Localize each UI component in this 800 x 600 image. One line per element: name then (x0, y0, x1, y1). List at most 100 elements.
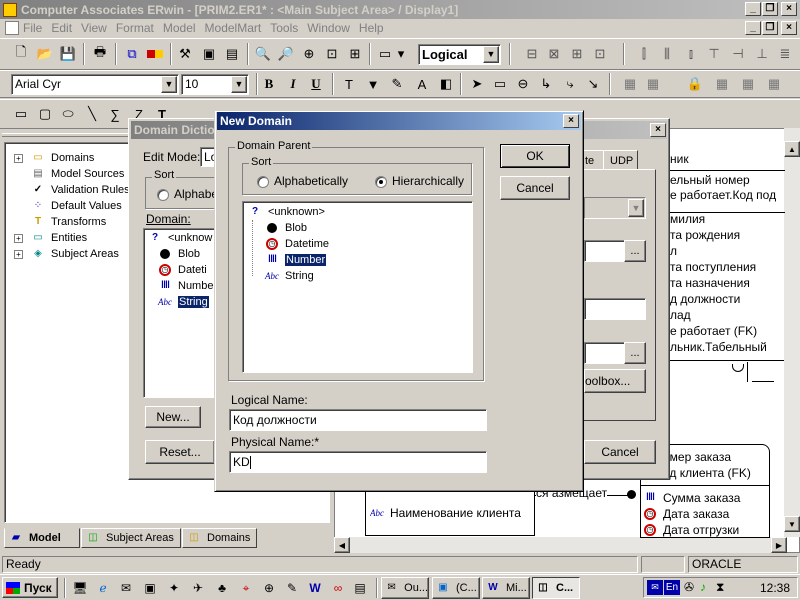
nd-logical-name-field[interactable]: Код должности (229, 409, 487, 431)
domain-dictionary-close-button[interactable]: × (650, 123, 666, 137)
doc-restore-button[interactable]: ❐ (762, 21, 778, 35)
view-level-dropdown-button[interactable]: ▼ (483, 46, 499, 63)
start-button[interactable]: Пуск (2, 577, 58, 598)
menu-help[interactable]: Help (359, 21, 384, 35)
dict-sort-alpha-radio[interactable]: Alphabe (157, 187, 215, 201)
model-tree-item[interactable]: + ◈ Subject Areas (14, 246, 119, 262)
many-to-many-rel-icon[interactable]: ⤷ (559, 73, 581, 95)
align-top-icon[interactable]: ⊤ (703, 43, 725, 65)
quicklaunch-app-8-icon[interactable]: ∞ (330, 580, 346, 596)
expand-plus-icon[interactable]: + (14, 249, 23, 259)
task-erwin[interactable]: ◫ C... (532, 577, 580, 599)
align-right-icon[interactable]: ⫾ (680, 43, 702, 65)
zoom-area-icon[interactable]: ⊡ (321, 43, 343, 65)
comment-icon[interactable]: ▤ (221, 43, 243, 65)
quicklaunch-word-icon[interactable]: W (307, 580, 323, 596)
ellipse-tool-icon[interactable]: ⬭ (57, 103, 79, 125)
save-icon[interactable]: 💾 (57, 43, 79, 65)
dict-tree-item[interactable]: ? <unknow (148, 230, 212, 246)
text-color-icon[interactable]: A (411, 73, 433, 95)
display-icon[interactable]: ▭ (374, 43, 396, 65)
color-icon[interactable] (144, 43, 166, 65)
entity-tool-icon[interactable]: ▭ (489, 73, 511, 95)
quicklaunch-outlook-icon[interactable]: ✉ (118, 580, 134, 596)
expand-plus-icon[interactable]: + (14, 153, 23, 163)
quicklaunch-desktop-icon[interactable]: 🖥 (72, 580, 88, 596)
tray-app-1-icon[interactable]: ✇ (684, 580, 694, 594)
mart-2-icon[interactable]: ▦ (642, 73, 664, 95)
zoom-page-icon[interactable]: ⊞ (344, 43, 366, 65)
font-name-dropdown-button[interactable]: ▼ (161, 76, 177, 93)
tab-subject-areas[interactable]: ◫ Subject Areas (81, 528, 181, 548)
nd-physical-name-field[interactable]: KD (229, 451, 487, 473)
diagram-vscrollbar[interactable]: ▲ ▼ (784, 128, 800, 537)
model-tree-item[interactable]: ⁘ Default Values (14, 198, 122, 214)
quicklaunch-app-6-icon[interactable]: ⊕ (261, 580, 277, 596)
nd-tree-item[interactable]: ǁǁ Number (265, 252, 328, 268)
dict-tree-item[interactable]: Blob (158, 246, 200, 262)
font-size-select[interactable]: 10 ▼ (181, 74, 249, 95)
quicklaunch-app-4-icon[interactable]: ♣ (214, 580, 230, 596)
dict-tree-item[interactable]: ◷ Dateti (158, 262, 207, 278)
doc-close-button[interactable]: × (781, 21, 797, 35)
tray-clock[interactable]: 12:38 (760, 581, 790, 595)
doc-minimize-button[interactable]: _ (745, 21, 761, 35)
mart-5-icon[interactable]: ▦ (763, 73, 785, 95)
fill-color-icon[interactable]: ▼ (362, 73, 384, 95)
mart-3-icon[interactable]: ▦ (711, 73, 733, 95)
dict-browse-button-2[interactable]: ... (624, 342, 646, 364)
nd-tree-item[interactable]: ? <unknown> (248, 204, 325, 220)
dict-new-button[interactable]: New... (145, 406, 201, 428)
model-tree-item[interactable]: + ▭ Entities (14, 230, 87, 246)
mart-lock-icon[interactable]: 🔒 (684, 73, 706, 95)
scroll-down-button[interactable]: ▼ (784, 516, 800, 532)
line-tool-icon[interactable]: ╲ (81, 103, 103, 125)
dict-toolbox-button[interactable]: oolbox... (584, 369, 646, 393)
print-icon[interactable]: 🖶 (89, 43, 111, 65)
zoom-fit-icon[interactable]: ⊕ (298, 43, 320, 65)
tray-app-2-icon[interactable]: ♪ (700, 580, 706, 594)
nd-sort-alpha-radio[interactable]: Alphabetically (257, 174, 348, 188)
underline-button[interactable]: U (305, 73, 327, 95)
category-tool-icon[interactable]: ⊖ (512, 73, 534, 95)
nd-tree-item[interactable]: Abc String (265, 268, 314, 284)
app-close-button[interactable]: × (781, 2, 797, 16)
task-outlook[interactable]: ✉ Ou... (381, 577, 429, 599)
dict-tree-item[interactable]: ǁǁ Numbe (158, 278, 213, 294)
quicklaunch-app-3-icon[interactable]: ✈ (190, 580, 206, 596)
align-spacing-icon[interactable]: ≣ (774, 43, 796, 65)
diagram-hscrollbar[interactable]: ◀ ▶ (334, 537, 787, 553)
entity-toggle-icon[interactable]: ⊟ (521, 43, 543, 65)
note-icon[interactable]: ▣ (198, 43, 220, 65)
copy-icon[interactable]: ⧉ (121, 43, 143, 65)
align-middle-icon[interactable]: ⊣ (727, 43, 749, 65)
display-dropdown-icon[interactable]: ▾ (394, 43, 408, 65)
align-bottom-icon[interactable]: ⊥ (751, 43, 773, 65)
expand-plus-icon[interactable]: + (14, 233, 23, 243)
open-icon[interactable]: 📂 (34, 43, 56, 65)
font-color-icon[interactable]: T (338, 73, 360, 95)
model-tree-item[interactable]: T Transforms (14, 214, 106, 230)
quicklaunch-app-5-icon[interactable]: ⌖ (238, 580, 254, 596)
dict-tree-item[interactable]: Abc String (158, 294, 209, 310)
dict-browse-button-1[interactable]: ... (624, 240, 646, 262)
quicklaunch-app-7-icon[interactable]: ✎ (284, 580, 300, 596)
new-icon[interactable]: 🗋 (10, 43, 32, 65)
align-center-icon[interactable]: ⫼ (656, 43, 678, 65)
attribute-toggle-icon[interactable]: ⊞ (566, 43, 588, 65)
mart-1-icon[interactable]: ▦ (619, 73, 641, 95)
nd-tree-item[interactable]: ◷ Datetime (265, 236, 329, 252)
task-word[interactable]: W Mi... (482, 577, 530, 599)
nd-tree-item[interactable]: Blob (265, 220, 307, 236)
scroll-right-button[interactable]: ▶ (771, 537, 787, 553)
menu-format[interactable]: Format (116, 21, 154, 35)
tab-model[interactable]: ▰ Model (4, 528, 80, 548)
font-size-dropdown-button[interactable]: ▼ (231, 76, 247, 93)
polyline-tool-icon[interactable]: ∑ (104, 103, 126, 125)
keys-toggle-icon[interactable]: ⊡ (589, 43, 611, 65)
model-tree-item[interactable]: ▤ Model Sources (14, 166, 124, 182)
line-color-icon[interactable]: ✎ (386, 73, 408, 95)
mart-4-icon[interactable]: ▦ (737, 73, 759, 95)
menu-window[interactable]: Window (307, 21, 350, 35)
view-level-select[interactable]: Logical ▼ (418, 44, 501, 65)
